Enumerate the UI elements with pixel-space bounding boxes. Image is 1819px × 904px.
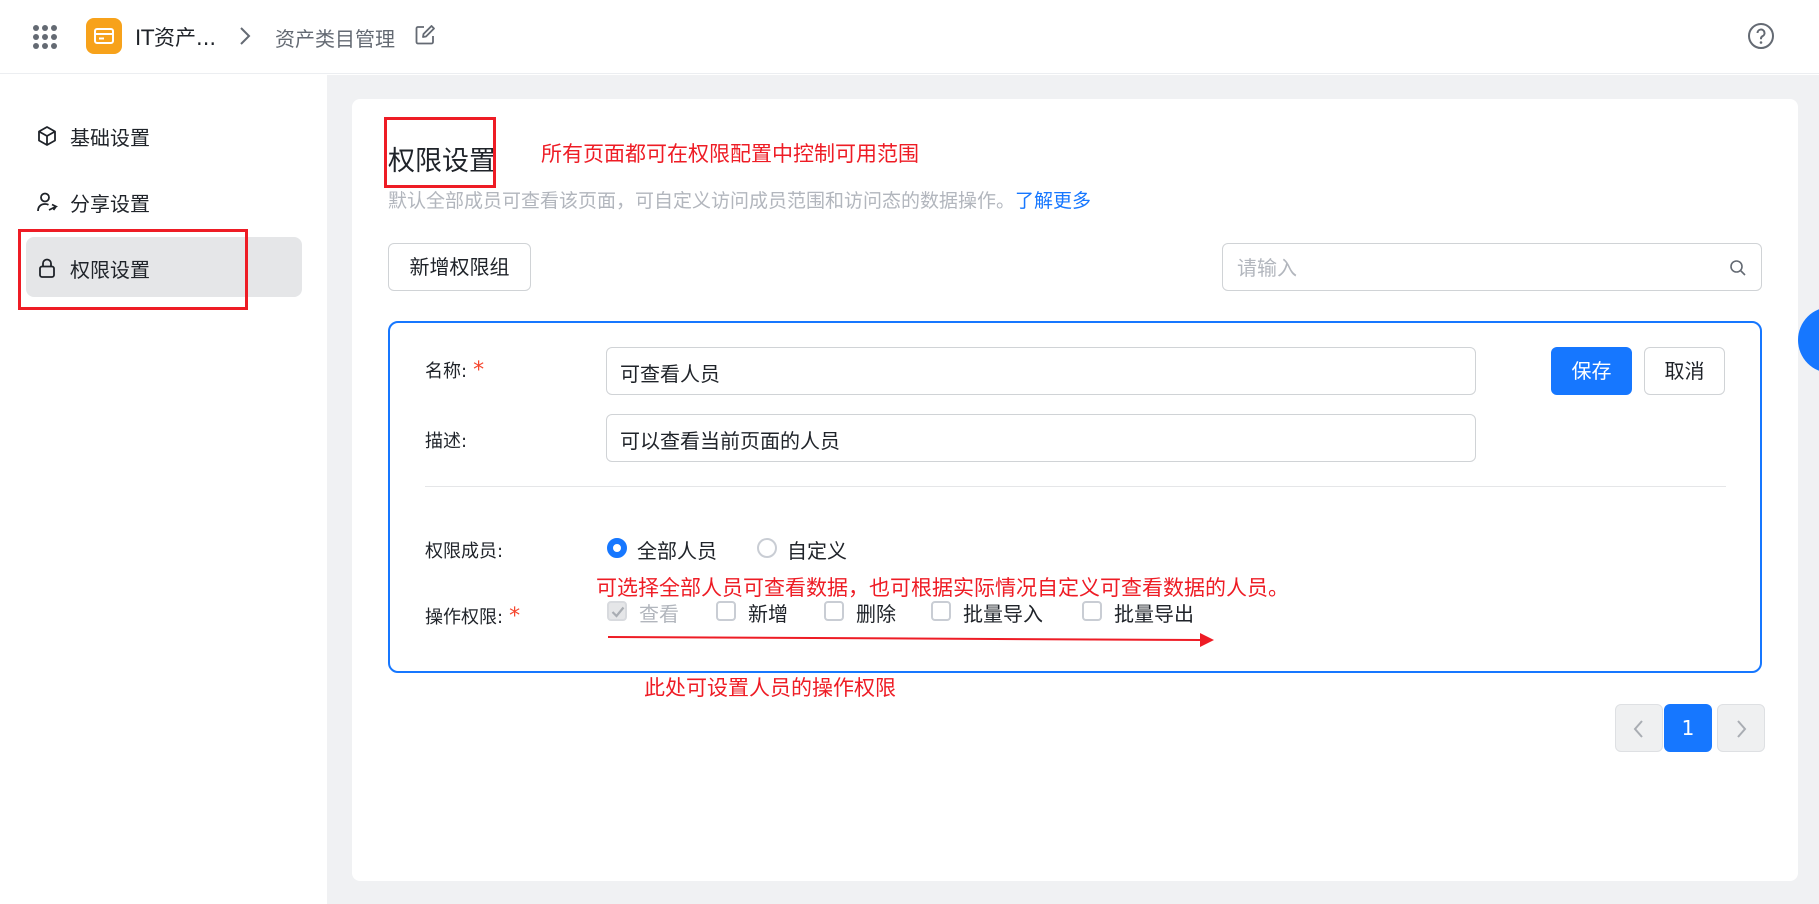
help-icon[interactable] [1747,22,1775,54]
name-field [606,347,1476,395]
page-name: 资产类目管理 [275,27,395,51]
checkbox-label: 新增 [748,602,788,626]
share-user-icon [36,191,59,217]
prev-page-button[interactable] [1615,704,1663,752]
annotation-arrow [607,633,1214,647]
cancel-button[interactable]: 取消 [1644,347,1725,395]
search-icon[interactable] [1729,259,1747,281]
name-label-text: 名称: [425,361,468,382]
description-field [606,414,1476,462]
checkbox-box [716,601,736,621]
annotation-members-note: 可选择全部人员可查看数据，也可根据实际情况自定义可查看数据的人员。 [596,576,1289,600]
description-text: 默认全部成员可查看该页面，可自定义访问成员范围和访问态的数据操作。 [388,190,1016,212]
app-name[interactable]: IT资产... [135,22,216,52]
save-button[interactable]: 保存 [1551,347,1632,395]
search-box [1222,243,1762,291]
name-label: 名称: * [425,357,484,383]
name-input[interactable] [618,356,1442,388]
sidebar-item-basic-settings[interactable]: 基础设置 [26,105,302,165]
edit-icon[interactable] [414,24,436,50]
required-mark: * [509,604,521,629]
add-permission-group-button[interactable]: 新增权限组 [388,243,531,291]
checkbox-box [1082,601,1102,621]
learn-more-link[interactable]: 了解更多 [1015,190,1091,212]
sidebar-item-label: 分享设置 [70,192,150,216]
checkbox-box [824,601,844,621]
annotation-title-note: 所有页面都可在权限配置中控制可用范围 [541,142,919,166]
members-label: 权限成员: [425,541,504,562]
radio-label: 自定义 [787,539,847,563]
cube-icon [36,125,58,151]
sidebar: 基础设置 分享设置 权限设置 [0,75,327,904]
ops-label: 操作权限: * [425,603,520,629]
checkbox-box [607,601,627,621]
sidebar-item-label: 基础设置 [70,126,150,150]
desc-label: 描述: [425,431,468,452]
checkbox-label: 查看 [639,602,679,626]
divider [425,486,1726,487]
page-1-button[interactable]: 1 [1664,704,1712,752]
description-input[interactable] [618,423,1442,455]
page-description: 默认全部成员可查看该页面，可自定义访问成员范围和访问态的数据操作。了解更多 [388,186,1091,213]
sidebar-item-share-settings[interactable]: 分享设置 [26,171,302,231]
annotation-ops-note: 此处可设置人员的操作权限 [644,676,896,700]
required-mark: * [473,358,485,383]
annotation-title-box [384,117,496,188]
checkbox-label: 删除 [856,602,896,626]
radio-dot [757,538,777,558]
next-page-button[interactable] [1717,704,1765,752]
search-input[interactable] [1235,252,1709,284]
ops-label-text: 操作权限: [425,607,504,628]
radio-label: 全部人员 [637,539,717,563]
apps-grid-icon[interactable] [32,24,58,50]
top-bar: IT资产... 资产类目管理 [0,0,1819,74]
app-logo-icon[interactable] [86,18,122,54]
annotation-sidebar-box [18,229,248,310]
checkbox-label: 批量导出 [1114,602,1194,626]
checkbox-box [931,601,951,621]
chevron-right-icon [238,25,252,51]
checkbox-label: 批量导入 [963,602,1043,626]
radio-dot [607,538,627,558]
